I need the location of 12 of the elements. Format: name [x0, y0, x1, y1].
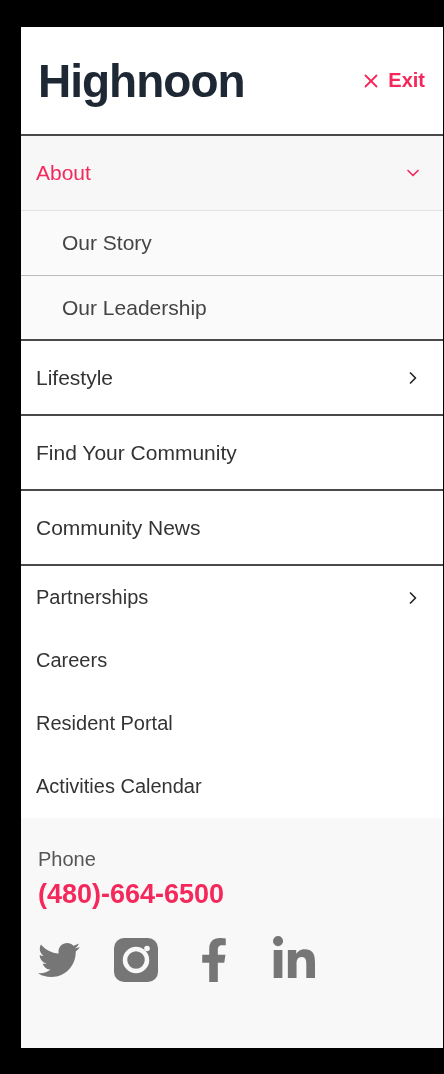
- menu-item[interactable]: Careers: [21, 629, 443, 692]
- camera-icon[interactable]: [114, 938, 158, 982]
- submenu-item[interactable]: Our Leadership: [21, 276, 443, 341]
- logo[interactable]: Highnoon: [38, 53, 245, 108]
- phone-link[interactable]: (480)-664-6500: [38, 879, 225, 910]
- phone-label: Phone: [38, 848, 96, 871]
- menu-item[interactable]: About: [21, 136, 443, 211]
- submenu-item[interactable]: Our Story: [21, 211, 443, 276]
- menu-item[interactable]: Partnerships: [21, 566, 443, 629]
- exit-button[interactable]: Exit: [360, 69, 425, 92]
- menu-item[interactable]: Resident Portal: [21, 692, 443, 755]
- menu-item[interactable]: Activities Calendar: [21, 755, 443, 818]
